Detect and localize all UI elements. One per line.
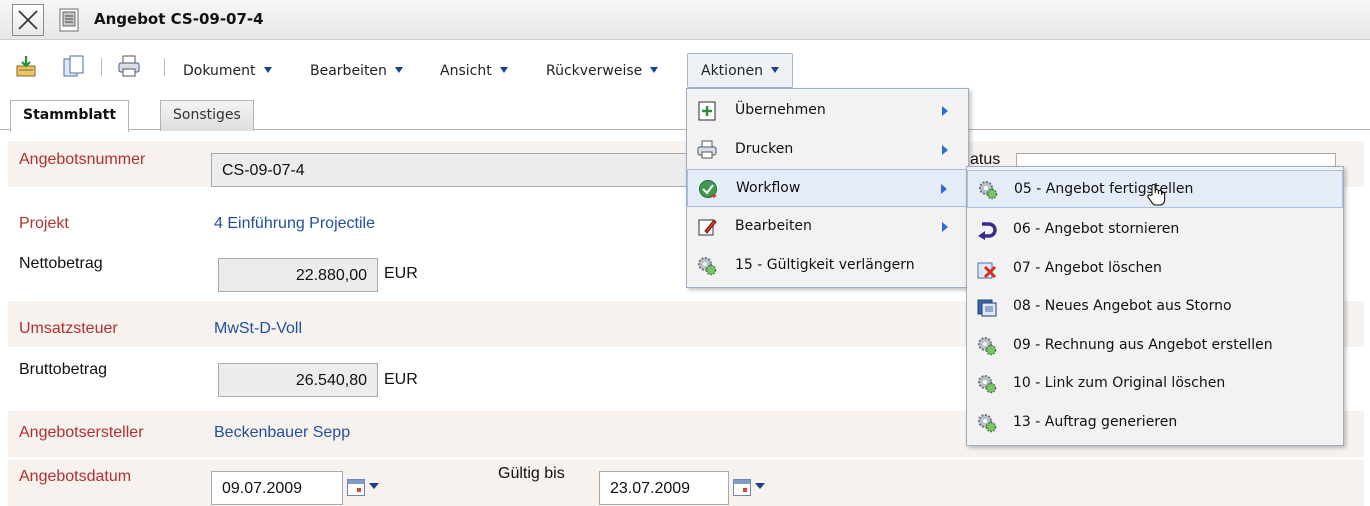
angebotsdatum-date-picker[interactable] (347, 471, 389, 505)
window-title: Angebot CS-09-07-4 (94, 10, 264, 28)
projekt-label: Projekt (19, 215, 69, 232)
menu-label: Dokument (183, 63, 256, 79)
chevron-down-icon (499, 67, 508, 73)
submenu-arrow-icon (942, 106, 948, 116)
menu-label: Aktionen (701, 63, 763, 79)
angebotsersteller-label: Angebotsersteller (19, 424, 144, 441)
angebotsdatum-field[interactable]: 09.07.2009 (211, 471, 343, 505)
delete-icon (977, 262, 997, 279)
menu-label: Bearbeiten (310, 63, 387, 79)
angebotsnummer-label: Angebotsnummer (19, 151, 146, 168)
submenu-arrow-icon (942, 145, 948, 155)
close-icon (18, 10, 38, 30)
menu-item-label: 10 - Link zum Original löschen (1013, 375, 1226, 391)
menu-aktionen[interactable]: Aktionen (687, 53, 793, 88)
chevron-down-icon (263, 67, 272, 73)
menu-item-drucken[interactable]: Drucken (687, 131, 968, 169)
menu-item-label: Workflow (736, 180, 801, 196)
menu-dokument[interactable]: Dokument (183, 63, 272, 79)
menu-item-uebernehmen[interactable]: Übernehmen (687, 92, 968, 130)
menu-item-label: 15 - Gültigkeit verlängern (735, 257, 915, 273)
printer-icon[interactable] (117, 54, 141, 78)
toolbar: Dokument Bearbeiten Ansicht Rückverweise… (0, 40, 1370, 90)
calendar-icon (347, 479, 365, 496)
calendar-icon (733, 479, 751, 496)
gueltig-bis-label: Gültig bis (498, 465, 565, 482)
menu-label: Rückverweise (546, 63, 643, 79)
menu-item-bearbeiten[interactable]: Bearbeiten (687, 208, 968, 246)
gueltig-bis-field[interactable]: 23.07.2009 (599, 471, 729, 505)
add-document-icon (698, 101, 716, 121)
menu-item-label: Bearbeiten (735, 218, 812, 234)
gear-icon (978, 337, 997, 356)
edit-icon (698, 219, 717, 236)
document-icon (59, 8, 79, 32)
workflow-submenu: 05 - Angebot fertigstellen 06 - Angebot … (966, 166, 1344, 446)
tab-sonstiges[interactable]: Sonstiges (160, 100, 254, 131)
menu-item-label: 08 - Neues Angebot aus Storno (1013, 298, 1232, 314)
bruttobetrag-label: Bruttobetrag (19, 361, 108, 378)
menu-rueckverweise[interactable]: Rückverweise (546, 63, 659, 79)
nettobetrag-field[interactable]: 22.880,00 (218, 258, 378, 292)
bruttobetrag-field[interactable]: 26.540,80 (218, 363, 378, 397)
gear-icon (979, 181, 998, 200)
chevron-down-icon (394, 67, 403, 73)
menu-item-angebot-loeschen[interactable]: 07 - Angebot löschen (967, 250, 1343, 288)
nettobetrag-label: Nettobetrag (19, 255, 103, 272)
menu-bearbeiten[interactable]: Bearbeiten (310, 63, 403, 79)
gear-icon (978, 414, 997, 433)
menu-item-angebot-stornieren[interactable]: 06 - Angebot stornieren (967, 211, 1343, 249)
umsatzsteuer-link[interactable]: MwSt-D-Voll (214, 320, 302, 338)
tab-stammblatt[interactable]: Stammblatt (10, 100, 130, 132)
gear-icon (978, 375, 997, 394)
menu-item-label: Übernehmen (735, 102, 826, 118)
submenu-arrow-icon (941, 184, 947, 194)
import-icon[interactable] (14, 54, 38, 78)
menu-item-gueltigkeit-verlaengern[interactable]: 15 - Gültigkeit verlängern (687, 247, 968, 285)
projekt-link[interactable]: 4 Einführung Projectile (214, 215, 375, 233)
menu-item-label: 05 - Angebot fertigstellen (1014, 181, 1194, 197)
menu-item-rechnung-aus-angebot[interactable]: 09 - Rechnung aus Angebot erstellen (967, 327, 1343, 365)
bruttobetrag-currency: EUR (384, 371, 418, 388)
chevron-down-icon (369, 483, 379, 489)
copy-icon[interactable] (62, 54, 86, 78)
menu-item-label: Drucken (735, 141, 794, 157)
menu-item-neues-angebot-aus-storno[interactable]: 08 - Neues Angebot aus Storno (967, 288, 1343, 326)
chevron-down-icon (650, 67, 659, 73)
menu-item-link-zum-original-loeschen[interactable]: 10 - Link zum Original löschen (967, 365, 1343, 403)
angebotsersteller-link[interactable]: Beckenbauer Sepp (214, 424, 350, 442)
submenu-arrow-icon (942, 222, 948, 232)
menu-ansicht[interactable]: Ansicht (440, 63, 508, 79)
undo-arrow-icon (978, 222, 997, 240)
nettobetrag-currency: EUR (384, 265, 418, 282)
toolbar-separator (164, 58, 165, 76)
title-bar: Angebot CS-09-07-4 (0, 0, 1370, 40)
gear-icon (698, 257, 717, 276)
workflow-icon (699, 180, 717, 198)
menu-item-auftrag-generieren[interactable]: 13 - Auftrag generieren (967, 404, 1343, 442)
umsatzsteuer-label: Umsatzsteuer (19, 320, 118, 337)
menu-item-label: 13 - Auftrag generieren (1013, 414, 1178, 430)
angebotsdatum-label: Angebotsdatum (19, 468, 132, 485)
gueltig-bis-date-picker[interactable] (733, 471, 775, 505)
tab-strip: Stammblatt Sonstiges (0, 96, 1370, 132)
menu-item-label: 06 - Angebot stornieren (1013, 221, 1180, 237)
menu-item-angebot-fertigstellen[interactable]: 05 - Angebot fertigstellen (967, 170, 1343, 208)
copy-document-icon (977, 299, 997, 317)
close-button[interactable] (12, 4, 44, 36)
menu-item-label: 07 - Angebot löschen (1013, 260, 1162, 276)
chevron-down-icon (755, 483, 765, 489)
aktionen-menu: Übernehmen Drucken Workflow Bearbeiten 1… (686, 88, 969, 288)
menu-item-label: 09 - Rechnung aus Angebot erstellen (1013, 337, 1273, 353)
menu-item-workflow[interactable]: Workflow (687, 169, 968, 207)
hand-cursor-icon (1147, 183, 1166, 206)
menu-label: Ansicht (440, 63, 492, 79)
chevron-down-icon (771, 67, 779, 73)
toolbar-separator (101, 58, 102, 76)
printer-icon (697, 140, 717, 159)
angebotsnummer-field[interactable]: CS-09-07-4 (211, 153, 711, 187)
